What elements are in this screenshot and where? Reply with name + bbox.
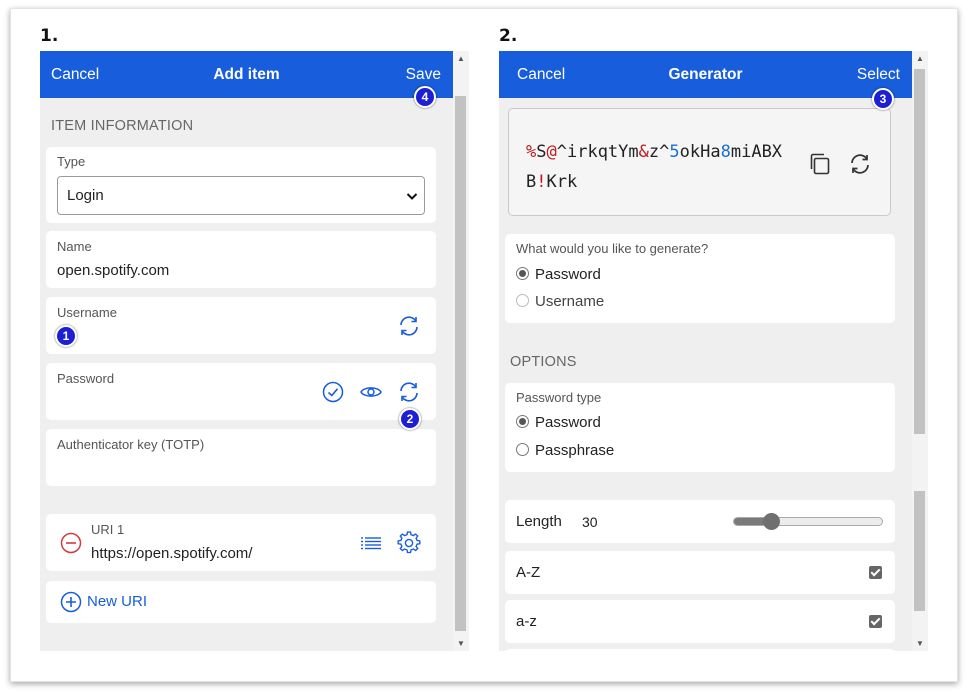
radio-password[interactable]: Password [516, 266, 601, 283]
password-segment: 5 [669, 142, 680, 162]
password-segment: & [638, 142, 649, 162]
new-uri-label: New URI [87, 593, 148, 610]
radio-password-type[interactable]: Password [516, 414, 601, 431]
uppercase-option-card[interactable]: A-Z [505, 551, 895, 594]
scroll-down-arrow-icon[interactable]: ▼ [912, 639, 928, 648]
totp-card[interactable]: Authenticator key (TOTP) [46, 429, 436, 486]
radio-username[interactable]: Username [516, 293, 604, 310]
callout-badge-4: 4 [414, 86, 436, 108]
add-item-panel: Cancel Add item Save ITEM INFORMATION Ty… [40, 51, 453, 651]
page-title: Add item [213, 66, 280, 83]
length-slider[interactable] [733, 513, 883, 530]
radio-password-label: Password [535, 266, 601, 283]
radio-icon [516, 294, 529, 307]
lowercase-checkbox[interactable] [869, 615, 882, 628]
uppercase-label: A-Z [516, 564, 541, 581]
scroll-down-arrow-icon[interactable]: ▼ [453, 639, 469, 648]
regenerate-icon[interactable] [848, 152, 872, 176]
length-label: Length [516, 513, 562, 530]
callout-badge-2: 2 [399, 408, 421, 430]
next-option-card [505, 649, 895, 651]
password-segment: ^irkqtYm [556, 142, 639, 162]
password-segment: 8 [720, 142, 731, 162]
password-segment: % [526, 142, 537, 162]
generator-scrollbar[interactable]: ▲ ▼ [912, 51, 928, 651]
lowercase-label: a-z [516, 613, 537, 630]
cancel-button[interactable]: Cancel [51, 66, 99, 84]
check-password-icon[interactable] [321, 380, 345, 404]
radio-passphrase[interactable]: Passphrase [516, 442, 614, 459]
password-label: Password [57, 371, 115, 386]
radio-password-type-label: Password [535, 414, 601, 431]
eye-icon[interactable] [359, 380, 383, 404]
generate-type-label: What would you like to generate? [516, 241, 709, 256]
password-segment: okHa [679, 142, 721, 162]
type-card: Type Login [46, 147, 436, 223]
uri-field[interactable]: https://open.spotify.com/ [91, 545, 252, 562]
generate-type-card: What would you like to generate? Passwor… [505, 234, 895, 323]
plus-circle-icon [59, 590, 83, 614]
new-uri-button[interactable]: New URI [46, 581, 436, 623]
add-item-header: Cancel Add item Save [40, 51, 453, 98]
uri-label: URI 1 [91, 522, 125, 537]
radio-passphrase-label: Passphrase [535, 442, 615, 459]
scroll-up-arrow-icon[interactable]: ▲ [912, 54, 928, 63]
add-item-scrollbar[interactable]: ▲ ▼ [453, 51, 469, 651]
password-segment: ^ [659, 142, 670, 162]
name-card[interactable]: Name open.spotify.com [46, 231, 436, 288]
uri-card: URI 1 https://open.spotify.com/ [46, 514, 436, 571]
password-segment: ! [536, 172, 547, 192]
generated-password-box: %S@^irkqtYm&z^5okHa8miABXB!Krk [508, 108, 891, 216]
generator-panel: Cancel Generator Select %S@^irkqtYm&z^5o… [499, 51, 912, 651]
gear-icon[interactable] [397, 531, 421, 555]
radio-icon [516, 415, 529, 428]
length-value[interactable]: 30 [582, 514, 598, 530]
chevron-down-icon [406, 189, 418, 207]
password-segment: @ [546, 142, 557, 162]
scroll-up-arrow-icon[interactable]: ▲ [453, 54, 469, 63]
type-select-value: Login [67, 187, 104, 204]
password-card[interactable]: Password [46, 363, 436, 420]
radio-icon [516, 443, 529, 456]
radio-username-label: Username [535, 293, 605, 310]
generate-password-icon[interactable] [397, 380, 421, 404]
callout-badge-3: 3 [872, 88, 894, 110]
slider-handle[interactable] [763, 513, 780, 530]
cancel-button[interactable]: Cancel [517, 66, 565, 84]
scrollbar-thumb-lower[interactable] [914, 491, 925, 611]
generator-header: Cancel Generator Select [499, 51, 912, 98]
scrollbar-thumb[interactable] [455, 96, 466, 631]
password-segment: mi [730, 142, 752, 162]
length-card: Length 30 [505, 500, 895, 543]
type-label: Type [57, 154, 86, 169]
section-title-item-information: ITEM INFORMATION [51, 118, 194, 134]
type-select[interactable]: Login [57, 176, 425, 215]
password-type-card: Password type Password Passphrase [505, 383, 895, 472]
password-type-label: Password type [516, 390, 602, 405]
lowercase-option-card[interactable]: a-z [505, 600, 895, 643]
callout-badge-1: 1 [55, 325, 77, 347]
username-label: Username [57, 305, 117, 320]
step-label-2: 2. [499, 26, 518, 46]
password-segment: Krk [546, 172, 578, 192]
password-segment: z [648, 142, 660, 162]
save-button[interactable]: Save [406, 66, 441, 84]
totp-label: Authenticator key (TOTP) [57, 437, 205, 452]
uppercase-checkbox[interactable] [869, 566, 882, 579]
password-segment: S [536, 142, 547, 162]
radio-icon [516, 267, 529, 280]
name-field[interactable]: open.spotify.com [57, 262, 169, 279]
section-title-options: OPTIONS [510, 354, 577, 370]
username-card[interactable]: Username [46, 297, 436, 354]
remove-uri-icon[interactable] [59, 531, 83, 555]
copy-icon[interactable] [808, 152, 832, 176]
name-label: Name [57, 239, 92, 254]
step-label-1: 1. [40, 26, 59, 46]
scrollbar-thumb[interactable] [914, 69, 925, 434]
list-icon[interactable] [359, 531, 383, 555]
select-button[interactable]: Select [857, 66, 900, 84]
generated-password: %S@^irkqtYm&z^5okHa8miABXB!Krk [526, 137, 796, 197]
generate-username-icon[interactable] [397, 314, 421, 338]
